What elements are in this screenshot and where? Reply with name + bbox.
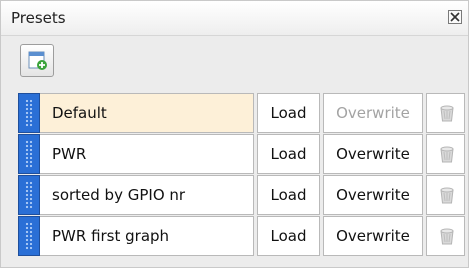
delete-button[interactable] bbox=[426, 134, 465, 174]
preset-name[interactable]: sorted by GPIO nr bbox=[40, 175, 254, 215]
preset-list: Default Load Overwrite PWR Load Overwrit… bbox=[18, 93, 468, 257]
trash-icon bbox=[440, 187, 454, 204]
overwrite-button[interactable]: Overwrite bbox=[323, 216, 423, 256]
overwrite-button[interactable]: Overwrite bbox=[323, 175, 423, 215]
presets-panel: Presets Default Load Overwrite PWR Load … bbox=[0, 0, 469, 268]
trash-icon bbox=[440, 146, 454, 163]
load-button[interactable]: Load bbox=[257, 134, 320, 174]
preset-name[interactable]: PWR bbox=[40, 134, 254, 174]
panel-titlebar: Presets bbox=[1, 1, 468, 36]
drag-handle[interactable] bbox=[18, 93, 40, 133]
preset-row[interactable]: Default Load Overwrite bbox=[18, 93, 468, 133]
load-button[interactable]: Load bbox=[257, 93, 320, 133]
preset-row[interactable]: sorted by GPIO nr Load Overwrite bbox=[18, 175, 468, 215]
trash-icon bbox=[440, 105, 454, 122]
drag-handle[interactable] bbox=[18, 175, 40, 215]
load-button[interactable]: Load bbox=[257, 175, 320, 215]
overwrite-button[interactable]: Overwrite bbox=[323, 134, 423, 174]
trash-icon bbox=[440, 228, 454, 245]
load-button[interactable]: Load bbox=[257, 216, 320, 256]
add-preset-button[interactable] bbox=[20, 44, 54, 77]
preset-name[interactable]: Default bbox=[40, 93, 254, 133]
drag-handle[interactable] bbox=[18, 134, 40, 174]
preset-name[interactable]: PWR first graph bbox=[40, 216, 254, 256]
panel-title: Presets bbox=[11, 9, 66, 27]
new-preset-icon bbox=[28, 51, 47, 70]
delete-button[interactable] bbox=[426, 216, 465, 256]
overwrite-button: Overwrite bbox=[323, 93, 423, 133]
preset-row[interactable]: PWR Load Overwrite bbox=[18, 134, 468, 174]
preset-row[interactable]: PWR first graph Load Overwrite bbox=[18, 216, 468, 256]
close-x-icon[interactable] bbox=[448, 10, 462, 24]
delete-button[interactable] bbox=[426, 175, 465, 215]
drag-handle[interactable] bbox=[18, 216, 40, 256]
delete-button bbox=[426, 93, 465, 133]
